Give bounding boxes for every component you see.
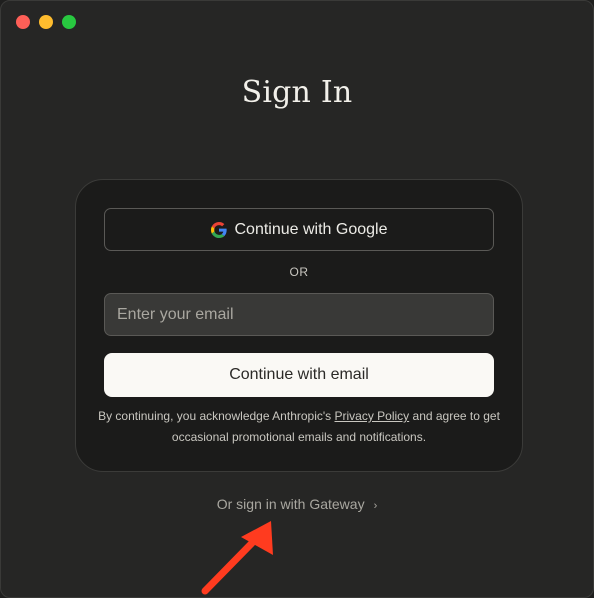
arrow-icon (201, 521, 273, 595)
zoom-window-button[interactable] (62, 15, 76, 29)
gateway-link-label: Or sign in with Gateway (216, 496, 365, 512)
minimize-window-button[interactable] (39, 15, 53, 29)
or-divider: OR (289, 265, 309, 279)
continue-with-google-label: Continue with Google (234, 220, 388, 238)
google-icon (210, 221, 227, 238)
continue-with-email-button[interactable]: Continue with email (104, 353, 494, 397)
close-window-button[interactable] (16, 15, 30, 29)
sign-in-card: Continue with Google OR Continue with em… (75, 179, 523, 472)
sign-in-window: Sign In Continue with Google OR Continue… (0, 0, 594, 598)
sign-in-with-gateway-link[interactable]: Or sign in with Gateway › (1, 496, 593, 512)
page-title: Sign In (241, 75, 353, 110)
privacy-policy-link[interactable]: Privacy Policy (335, 409, 410, 423)
email-input[interactable] (104, 293, 494, 336)
continue-with-google-button[interactable]: Continue with Google (104, 208, 494, 251)
window-controls (16, 15, 76, 29)
legal-prefix: By continuing, you acknowledge Anthropic… (98, 409, 335, 423)
chevron-right-icon: › (373, 500, 378, 512)
legal-notice: By continuing, you acknowledge Anthropic… (96, 406, 502, 448)
